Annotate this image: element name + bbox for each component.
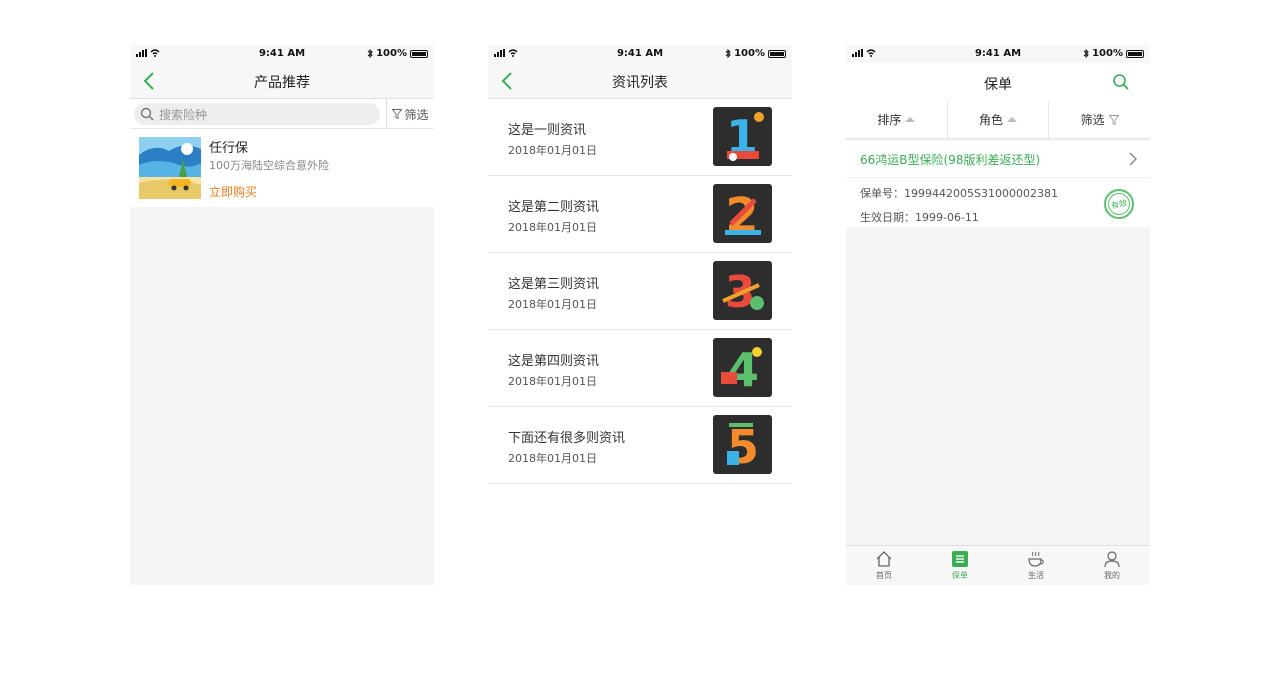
buy-now-link[interactable]: 立即购买: [209, 183, 257, 200]
news-title: 这是一则资讯: [508, 123, 587, 138]
triangle-up-icon: [1007, 117, 1018, 122]
news-item[interactable]: 这是第四则资讯 2018年01月01日 4: [488, 330, 792, 407]
filter-funnel-icon: [1108, 114, 1119, 125]
search-icon[interactable]: [1112, 73, 1130, 91]
news-thumbnail-number: 5: [727, 420, 759, 474]
product-name: 任行保: [209, 141, 249, 156]
page-title: 产品推荐: [254, 75, 310, 91]
search-input[interactable]: 搜索险种: [134, 103, 380, 125]
policy-effective-date: 生效日期：1999-06-11: [860, 211, 979, 224]
battery-percent: 100%: [734, 48, 765, 59]
tab-home[interactable]: 首页: [846, 546, 922, 585]
triangle-up-icon: [905, 117, 916, 122]
news-date: 2018年01月01日: [508, 298, 597, 311]
news-thumbnail: 5: [713, 415, 772, 474]
status-bar: 9:41 AM 100%: [130, 45, 434, 63]
news-item[interactable]: 这是一则资讯 2018年01月01日 1: [488, 99, 792, 176]
bluetooth-icon: [1083, 49, 1089, 58]
tab-label: 生活: [1028, 571, 1044, 580]
filter-label: 筛选: [1080, 113, 1105, 127]
home-icon: [876, 551, 892, 567]
bluetooth-icon: [725, 49, 731, 58]
bluetooth-icon: [367, 49, 373, 58]
product-card[interactable]: 任行保 100万海陆空综合意外险 立即购买: [130, 129, 434, 207]
battery-percent: 100%: [1092, 48, 1123, 59]
tab-policy[interactable]: 保单: [922, 546, 998, 585]
page-title: 资讯列表: [612, 75, 668, 91]
news-date: 2018年01月01日: [508, 144, 597, 157]
battery-icon: [1126, 49, 1144, 58]
news-date: 2018年01月01日: [508, 452, 597, 465]
news-thumbnail: 4: [713, 338, 772, 397]
product-description: 100万海陆空综合意外险: [209, 159, 329, 172]
filter-button[interactable]: 筛选: [386, 99, 434, 129]
status-bar: 9:41 AM 100%: [488, 45, 792, 63]
page-title: 保单: [984, 77, 1012, 93]
news-title: 下面还有很多则资讯: [508, 431, 626, 446]
battery-icon: [410, 49, 428, 58]
tab-mine[interactable]: 我的: [1074, 546, 1150, 585]
news-thumbnail: 3: [713, 261, 772, 320]
filter-funnel-icon: [392, 109, 403, 119]
filter-label: 筛选: [404, 107, 429, 122]
nav-bar: 资讯列表: [488, 63, 792, 99]
news-thumbnail: 2: [713, 184, 772, 243]
news-list-screen: 9:41 AM 100% 资讯列表 这是一则资讯 2018年01月01日 1 这…: [488, 45, 792, 585]
chevron-right-icon: [1129, 152, 1137, 166]
tab-life[interactable]: 生活: [998, 546, 1074, 585]
status-bar: 9:41 AM 100%: [846, 45, 1150, 63]
valid-stamp: 有效: [1104, 189, 1134, 219]
coffee-cup-icon: [1028, 551, 1044, 567]
search-row: 搜索险种 筛选: [130, 99, 434, 129]
product-recommend-screen: 9:41 AM 100% 产品推荐 搜索险种 筛选 任行保 100万海陆空综合意…: [130, 45, 434, 585]
news-item[interactable]: 这是第三则资讯 2018年01月01日 3: [488, 253, 792, 330]
search-icon: [140, 107, 154, 121]
battery-percent: 100%: [376, 48, 407, 59]
policy-name: 66鸿运B型保险(98版利差返还型): [860, 153, 1041, 167]
divider: [846, 177, 1150, 178]
battery-icon: [768, 49, 786, 58]
news-date: 2018年01月01日: [508, 221, 597, 234]
role-button[interactable]: 角色: [948, 101, 1050, 138]
news-title: 这是第二则资讯: [508, 200, 600, 215]
policy-number: 保单号：1999442005S31000002381: [860, 187, 1058, 200]
tab-bar: 首页 保单 生活 我的: [846, 545, 1150, 585]
sort-label: 排序: [877, 113, 902, 127]
policy-list-icon: [952, 551, 968, 567]
tab-label: 我的: [1104, 571, 1120, 580]
news-title: 这是第三则资讯: [508, 277, 600, 292]
sort-filter-bar: 排序 角色 筛选: [846, 101, 1150, 139]
policy-card[interactable]: 66鸿运B型保险(98版利差返还型) 保单号：1999442005S310000…: [846, 141, 1150, 227]
policy-screen: 9:41 AM 100% 保单 排序 角色 筛选 66鸿运B型保险(98版利差返…: [846, 45, 1150, 585]
nav-bar: 保单: [846, 63, 1150, 101]
person-icon: [1104, 551, 1120, 568]
product-thumbnail: [139, 137, 201, 199]
tab-label: 首页: [876, 571, 892, 580]
sort-button[interactable]: 排序: [846, 101, 948, 138]
news-item[interactable]: 这是第二则资讯 2018年01月01日 2: [488, 176, 792, 253]
role-label: 角色: [979, 113, 1004, 127]
nav-bar: 产品推荐: [130, 63, 434, 99]
news-item[interactable]: 下面还有很多则资讯 2018年01月01日 5: [488, 407, 792, 484]
filter-button[interactable]: 筛选: [1049, 101, 1150, 138]
news-title: 这是第四则资讯: [508, 354, 600, 369]
news-thumbnail: 1: [713, 107, 772, 166]
search-placeholder: 搜索险种: [159, 108, 208, 122]
news-date: 2018年01月01日: [508, 375, 597, 388]
tab-label: 保单: [952, 571, 968, 580]
